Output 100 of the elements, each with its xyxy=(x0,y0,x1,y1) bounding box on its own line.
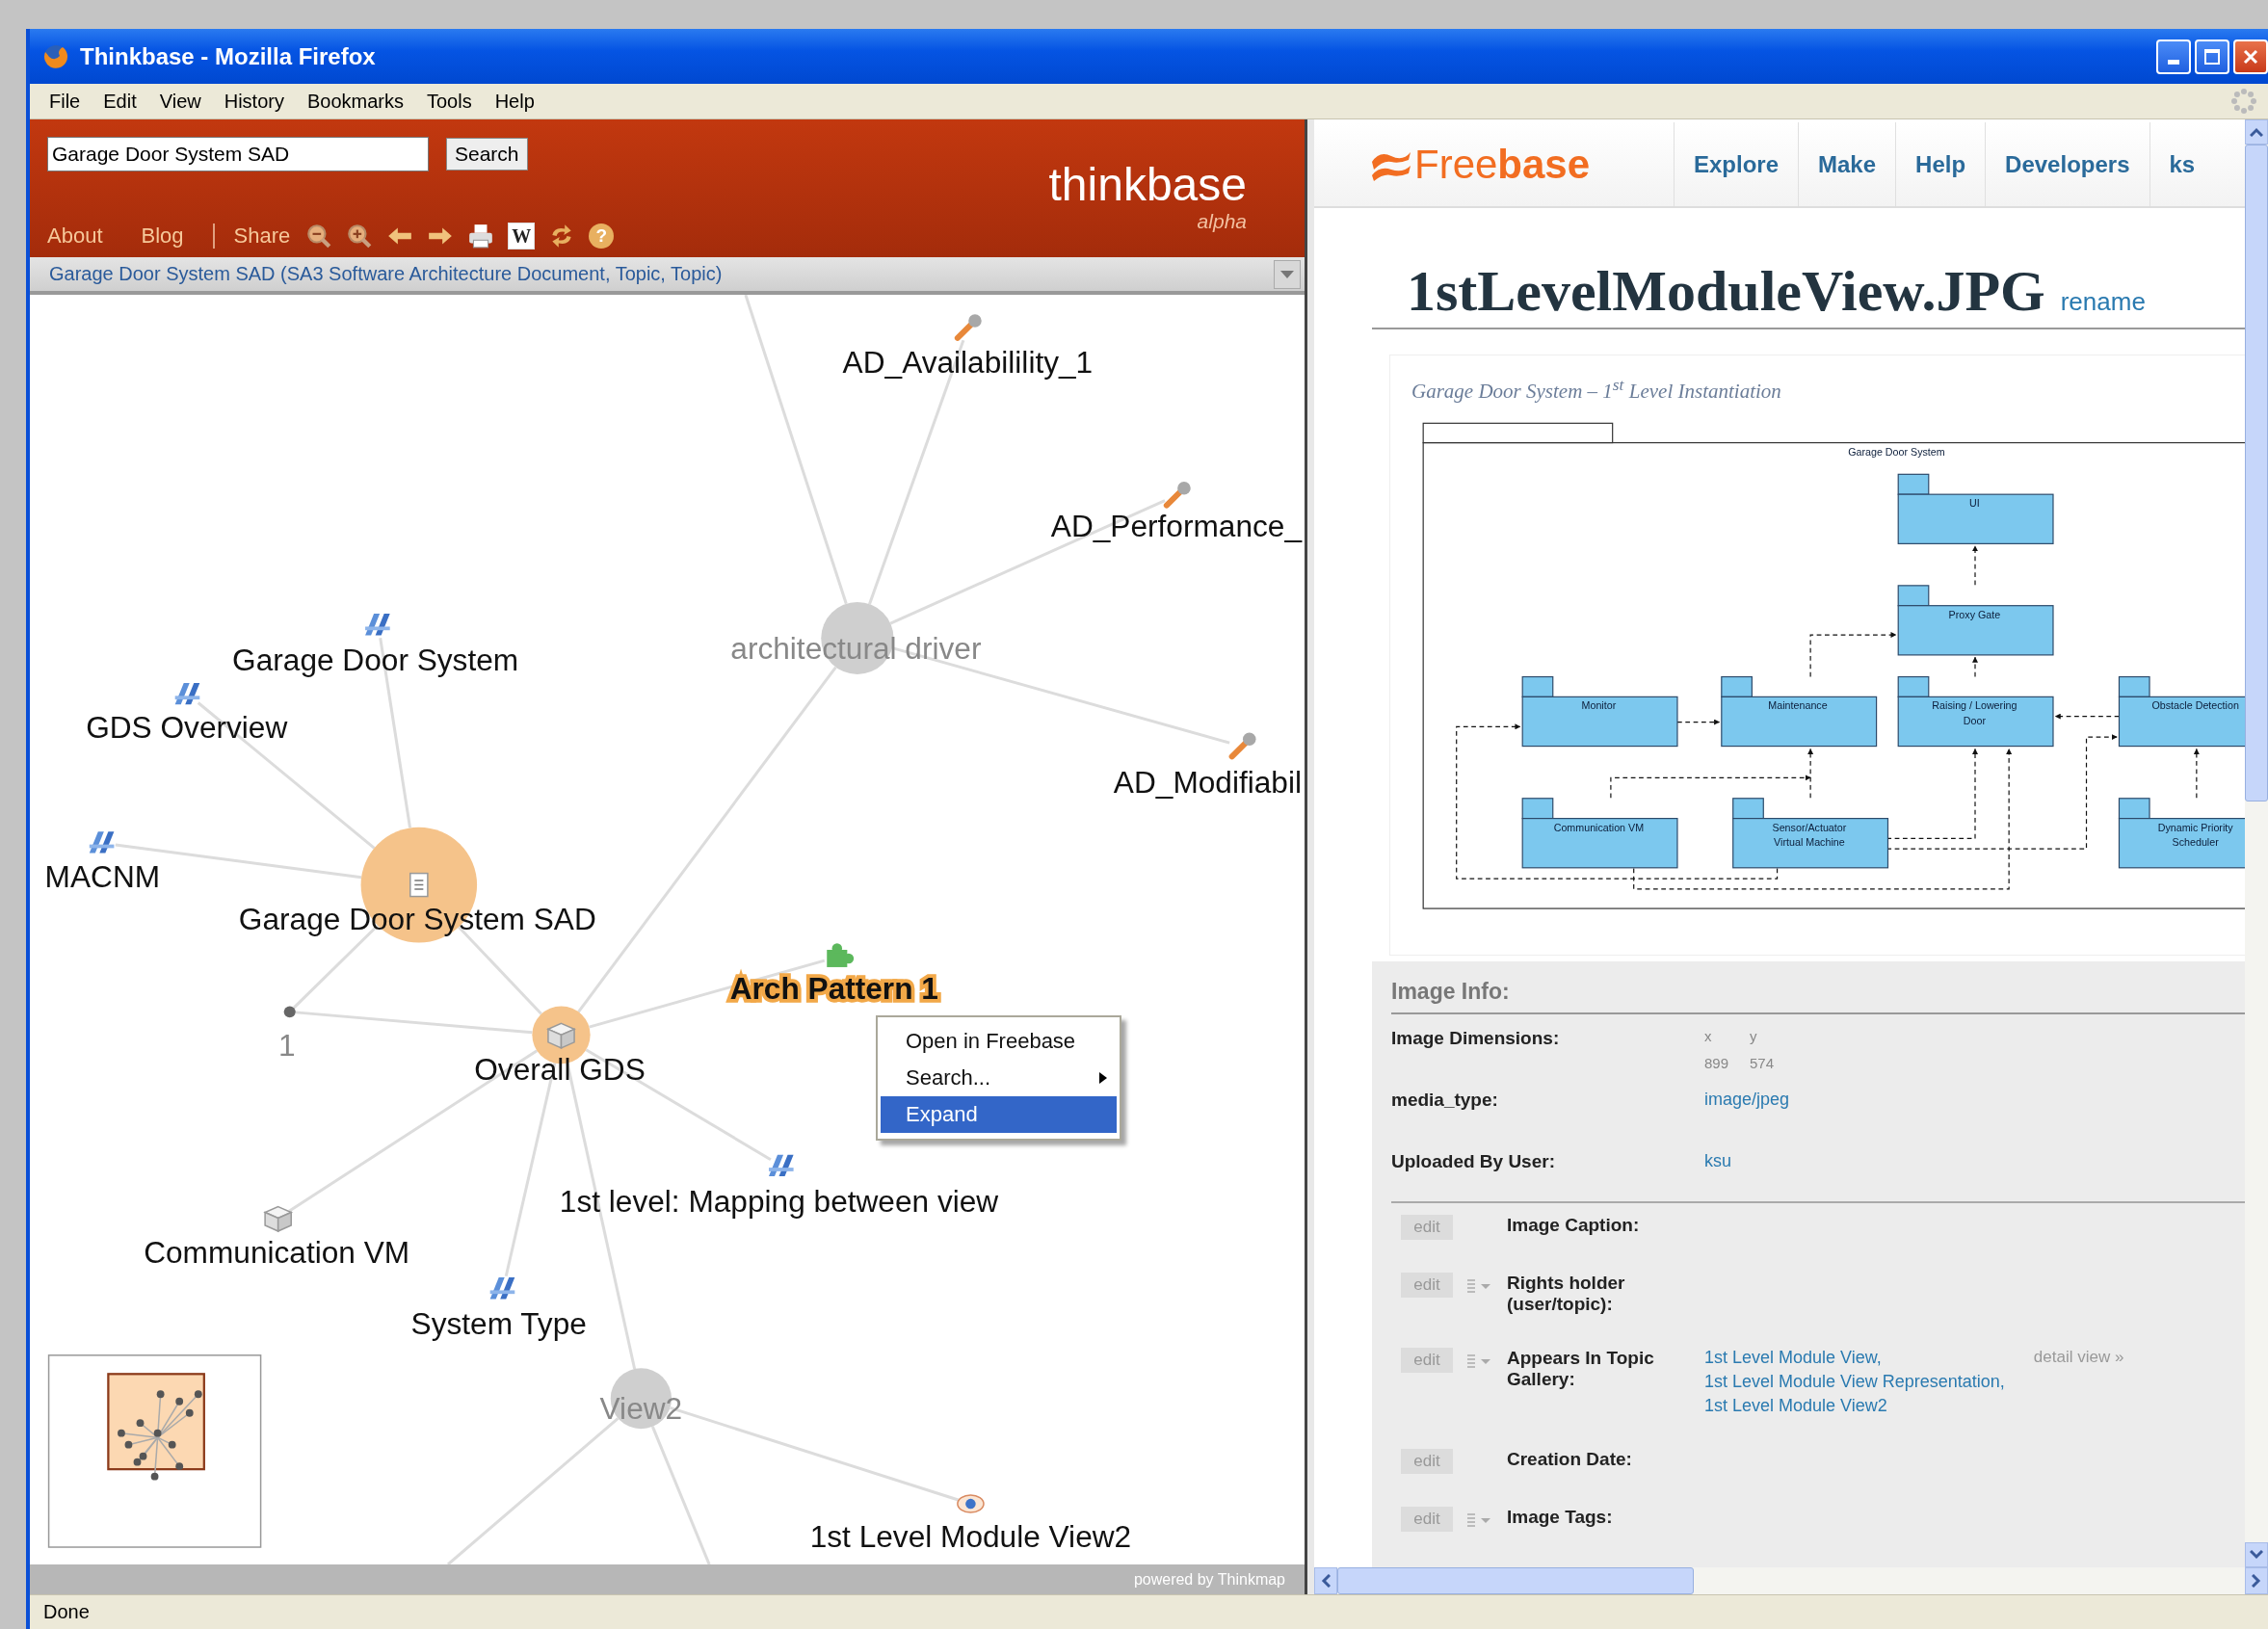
scroll-right-button[interactable] xyxy=(2245,1567,2268,1594)
node-label[interactable]: 1st level: Mapping between view xyxy=(559,1183,999,1219)
wrench-icon xyxy=(1228,732,1256,760)
minimize-icon xyxy=(2168,60,2179,65)
package-name: Monitor xyxy=(1581,699,1617,712)
section-heading: Image Info: xyxy=(1391,979,2245,1014)
menu-item[interactable]: Open in Freebase xyxy=(881,1023,1117,1060)
node-label[interactable]: GDS Overview xyxy=(86,710,288,746)
triangle-icon xyxy=(365,614,390,636)
dependency-arrow xyxy=(1972,656,1978,678)
page-title: 1stLevelModuleView.JPG xyxy=(1407,258,2045,325)
user-link[interactable]: ksu xyxy=(1704,1151,1731,1190)
triangle-icon xyxy=(489,1276,515,1300)
puzzle-icon xyxy=(827,943,855,967)
chevron-up-icon xyxy=(2250,127,2263,137)
status-text: Done xyxy=(43,1601,90,1623)
toolbar-link[interactable]: Blog xyxy=(141,223,184,249)
image-caption: Garage Door System – 1$^{st}$ Level Instantiation xyxy=(1411,375,1781,404)
package-name: Sensor/Actuator xyxy=(1772,821,1847,833)
field-label: Image Dimensions: xyxy=(1391,1028,1561,1050)
field-label: Image Caption: xyxy=(1507,1215,1641,1236)
document-icon xyxy=(409,872,429,898)
scrollbar-thumb[interactable] xyxy=(1337,1567,1694,1594)
node-label[interactable]: Arch Pattern 1 xyxy=(729,971,938,1007)
menu-item[interactable]: Tools xyxy=(414,90,484,113)
menu-item[interactable]: Bookmarks xyxy=(295,90,415,113)
wrench-icon xyxy=(954,314,982,341)
menu-item[interactable]: Search... xyxy=(881,1060,1117,1096)
close-button[interactable] xyxy=(2233,39,2268,74)
nav-link[interactable]: Help xyxy=(1895,122,1986,206)
package-name: Dynamic Priority xyxy=(2157,821,2233,833)
search-field[interactable]: Garage Door System SAD xyxy=(47,137,429,171)
menu-item[interactable]: View xyxy=(147,90,213,113)
nav-link[interactable]: Explore xyxy=(1674,122,1799,206)
package-name: UI xyxy=(1969,497,1980,510)
node-dot[interactable] xyxy=(283,1006,296,1018)
node-label[interactable]: Garage Door System SAD xyxy=(238,902,596,937)
dependency-arrow xyxy=(2193,748,2200,799)
nav-link[interactable]: ks xyxy=(2149,122,2215,206)
wikipedia-button[interactable]: W xyxy=(508,223,536,250)
maximize-button[interactable] xyxy=(2195,39,2229,74)
chevron-down-icon xyxy=(2250,1550,2263,1560)
eye-icon xyxy=(957,1494,985,1513)
scroll-down-button[interactable] xyxy=(2245,1542,2268,1567)
dropdown-button[interactable] xyxy=(1274,259,1301,289)
node-label[interactable]: Garage Door System xyxy=(232,643,519,677)
field-label: Creation Date: xyxy=(1507,1449,1633,1470)
topic-link[interactable]: 1st Level Module View Representation, xyxy=(1704,1372,2005,1392)
axis-label: y xyxy=(1750,1028,1758,1046)
package-name: Communication VM xyxy=(1553,821,1645,833)
node-label[interactable]: Overall GDS xyxy=(474,1052,646,1088)
node-label[interactable]: AD_Modifiabil xyxy=(1113,765,1302,801)
minimap-drawing[interactable] xyxy=(47,1354,262,1548)
zoom-in-icon[interactable] xyxy=(346,223,374,250)
logo-tagline: alpha xyxy=(1197,210,1247,233)
node-label[interactable]: Communication VM xyxy=(144,1235,410,1271)
maximize-icon xyxy=(2202,46,2222,66)
scrollbar-thumb[interactable] xyxy=(2245,145,2268,801)
printer-icon[interactable] xyxy=(467,223,495,250)
node-label[interactable]: architectural driver xyxy=(730,631,982,666)
node-label[interactable]: AD_Performance_ xyxy=(1050,508,1302,543)
menu-item[interactable]: Edit xyxy=(92,90,148,113)
zoom-out-icon[interactable] xyxy=(305,223,333,250)
node-label[interactable]: System Type xyxy=(410,1305,587,1341)
topic-link[interactable]: 1st Level Module View2 xyxy=(1704,1396,1887,1416)
menu-item[interactable]: Help xyxy=(483,90,546,113)
nav-link[interactable]: Developers xyxy=(1985,122,2149,206)
field-label: Uploaded By User: xyxy=(1391,1151,1556,1173)
chevron-right-icon xyxy=(2252,1574,2261,1588)
toolbar-link[interactable]: Share xyxy=(233,223,291,249)
media-type-link[interactable]: image/jpeg xyxy=(1704,1090,1790,1138)
package-name: Virtual Machine xyxy=(1774,836,1845,849)
breadcrumb: Garage Door System SAD (SA3 Software Architecture Document, Topic, Topic) xyxy=(49,263,723,285)
field-label: Rights holder (user/topic): xyxy=(1507,1273,1626,1315)
node-label[interactable]: AD_Availabilility_1 xyxy=(842,345,1094,381)
node-label[interactable]: 1st Level Module View2 xyxy=(809,1519,1132,1555)
rename-link[interactable]: rename xyxy=(2060,287,2146,317)
minimize-button[interactable] xyxy=(2156,39,2191,74)
field-label: Image Tags: xyxy=(1507,1507,1614,1528)
triangle-icon xyxy=(174,682,200,705)
menu-item[interactable]: History xyxy=(212,90,296,113)
dimension-value: 574 xyxy=(1750,1055,1775,1073)
diagram-title: Garage Door System xyxy=(1848,445,1945,458)
field-label: Appears In Topic Gallery: xyxy=(1507,1348,1655,1390)
dependency-arrow xyxy=(1972,545,1978,586)
node-label[interactable]: 1 xyxy=(277,1027,296,1063)
scroll-up-button[interactable] xyxy=(2245,119,2268,145)
chevron-left-icon xyxy=(1321,1574,1331,1588)
search-button[interactable]: Search xyxy=(446,138,528,171)
triangle-icon xyxy=(769,1154,794,1177)
menu-item[interactable]: File xyxy=(38,90,92,113)
topic-link[interactable]: 1st Level Module View, xyxy=(1704,1348,1882,1368)
menu-item[interactable]: Expand xyxy=(881,1096,1117,1133)
node-label[interactable]: MACNM xyxy=(44,858,161,894)
scroll-left-button[interactable] xyxy=(1314,1567,1337,1594)
logo: Freebase xyxy=(1414,141,1591,188)
package-name: Raising / Lowering xyxy=(1932,699,2017,712)
dimension-value: 899 xyxy=(1704,1055,1729,1073)
toolbar-link[interactable]: About xyxy=(47,223,103,249)
nav-link[interactable]: Make xyxy=(1798,122,1896,206)
